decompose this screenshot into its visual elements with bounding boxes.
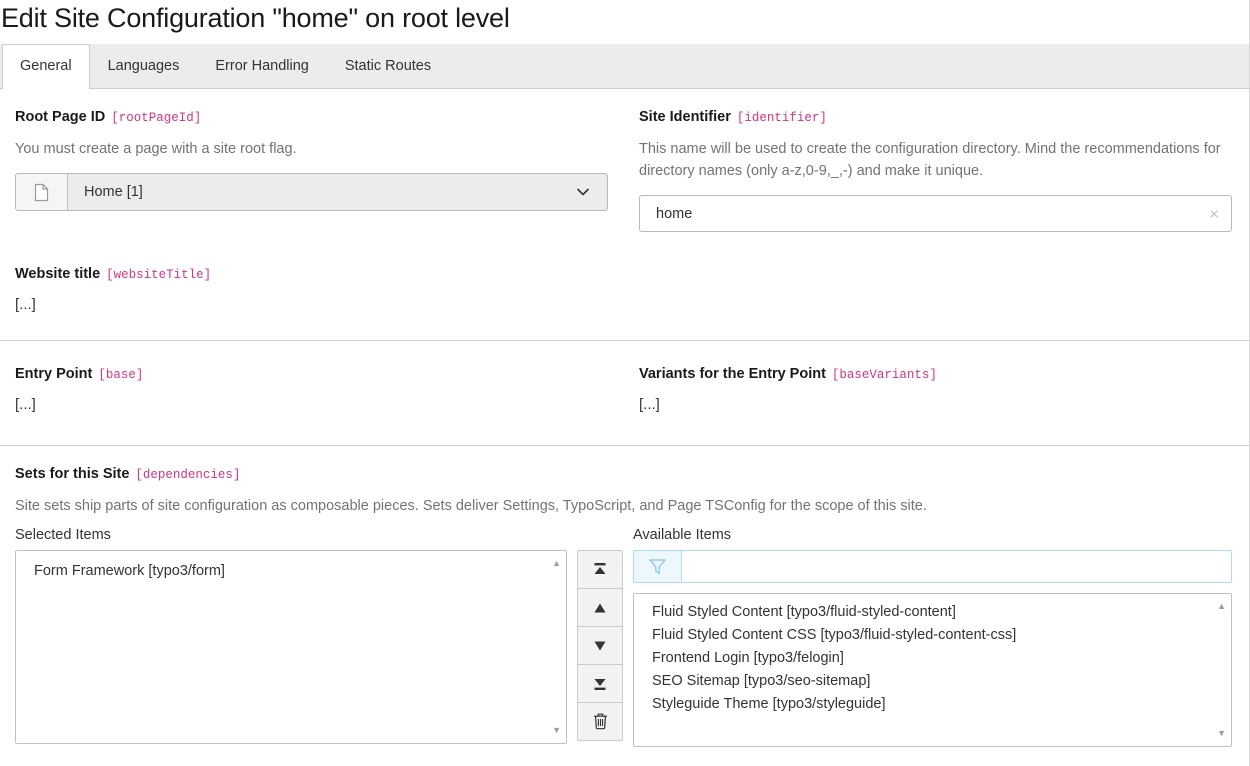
field-root-page-id: Root Page ID [rootPageId] You must create… [15,108,608,232]
tab-bar: General Languages Error Handling Static … [0,44,1249,89]
move-to-bottom-icon [593,677,607,690]
field-label: Root Page ID [rootPageId] [15,108,608,127]
selected-items-listbox[interactable]: ▲ ▼ Form Framework [typo3/form] [15,550,567,744]
selected-item[interactable]: Form Framework [typo3/form] [16,560,540,583]
scroll-down-icon[interactable]: ▼ [1217,729,1226,738]
tab-error-handling[interactable]: Error Handling [197,44,327,88]
field-code: [baseVariants] [832,368,937,382]
available-item[interactable]: Fluid Styled Content [typo3/fluid-styled… [634,601,1205,624]
field-code: [identifier] [737,111,827,125]
filter-input[interactable] [681,550,1232,583]
field-label: Website title [websiteTitle] [15,265,1232,284]
move-to-top-icon [593,563,607,576]
field-label-text: Entry Point [15,366,92,382]
field-description: This name will be used to create the con… [639,138,1232,182]
available-item[interactable]: Frontend Login [typo3/felogin] [634,647,1205,670]
tab-panel-general: Root Page ID [rootPageId] You must create… [0,89,1249,766]
page-icon [16,174,68,210]
field-entry-point: Entry Point [base] [...] [15,365,608,414]
move-down-icon [593,641,607,651]
section-divider [0,340,1249,341]
field-description: You must create a page with a site root … [15,138,608,160]
field-label: Variants for the Entry Point [baseVariant… [639,365,1232,384]
selected-items-label: Selected Items [15,526,567,544]
field-label: Site Identifier [identifier] [639,108,1232,127]
move-up-icon [593,603,607,613]
identifier-input[interactable] [639,195,1232,232]
field-base-variants: Variants for the Entry Point [baseVariant… [639,365,1232,414]
move-down-button[interactable] [577,626,623,665]
move-up-button[interactable] [577,588,623,627]
entry-point-collapsed-toggle[interactable]: [...] [15,396,36,414]
available-items-label: Available Items [633,526,1232,544]
root-page-select-value: Home [1] [84,184,143,200]
scroll-up-icon[interactable]: ▲ [552,559,561,568]
tab-static-routes[interactable]: Static Routes [327,44,449,88]
page-title: Edit Site Configuration "home" on root l… [0,0,1249,44]
field-label-text: Website title [15,266,100,282]
clear-icon[interactable]: × [1209,205,1219,222]
field-label: Sets for this Site [dependencies] [15,465,1232,484]
field-code: [base] [98,368,143,382]
field-code: [rootPageId] [111,111,201,125]
field-website-title: Website title [websiteTitle] [...] [15,265,1232,314]
filter-icon [633,550,681,583]
move-to-bottom-button[interactable] [577,664,623,703]
scroll-down-icon[interactable]: ▼ [552,726,561,735]
section-divider [0,445,1249,446]
root-page-select[interactable]: Home [1] [15,173,608,211]
field-label-text: Variants for the Entry Point [639,366,826,382]
field-site-identifier: Site Identifier [identifier] This name wi… [639,108,1232,232]
field-label-text: Root Page ID [15,109,105,125]
available-item[interactable]: Styleguide Theme [typo3/styleguide] [634,693,1205,716]
remove-item-button[interactable] [577,702,623,741]
site-configuration-module: Edit Site Configuration "home" on root l… [0,0,1250,766]
multiselect-controls [577,526,623,747]
base-variants-collapsed-toggle[interactable]: [...] [639,396,660,414]
trash-icon [593,713,608,730]
website-title-collapsed-toggle[interactable]: [...] [15,296,36,314]
field-label-text: Site Identifier [639,109,731,125]
available-items-listbox[interactable]: ▲ ▼ Fluid Styled Content [typo3/fluid-st… [633,593,1232,747]
available-item[interactable]: SEO Sitemap [typo3/seo-sitemap] [634,670,1205,693]
tab-general[interactable]: General [2,44,90,89]
field-label: Entry Point [base] [15,365,608,384]
field-code: [dependencies] [135,468,240,482]
field-dependencies: Sets for this Site [dependencies] Site se… [15,465,1232,747]
field-code: [websiteTitle] [106,268,211,282]
move-to-top-button[interactable] [577,550,623,589]
field-description: Site sets ship parts of site configurati… [15,495,1232,517]
field-label-text: Sets for this Site [15,466,129,482]
available-item[interactable]: Fluid Styled Content CSS [typo3/fluid-st… [634,624,1205,647]
chevron-down-icon [576,188,590,197]
tab-languages[interactable]: Languages [90,44,198,88]
scroll-up-icon[interactable]: ▲ [1217,602,1226,611]
